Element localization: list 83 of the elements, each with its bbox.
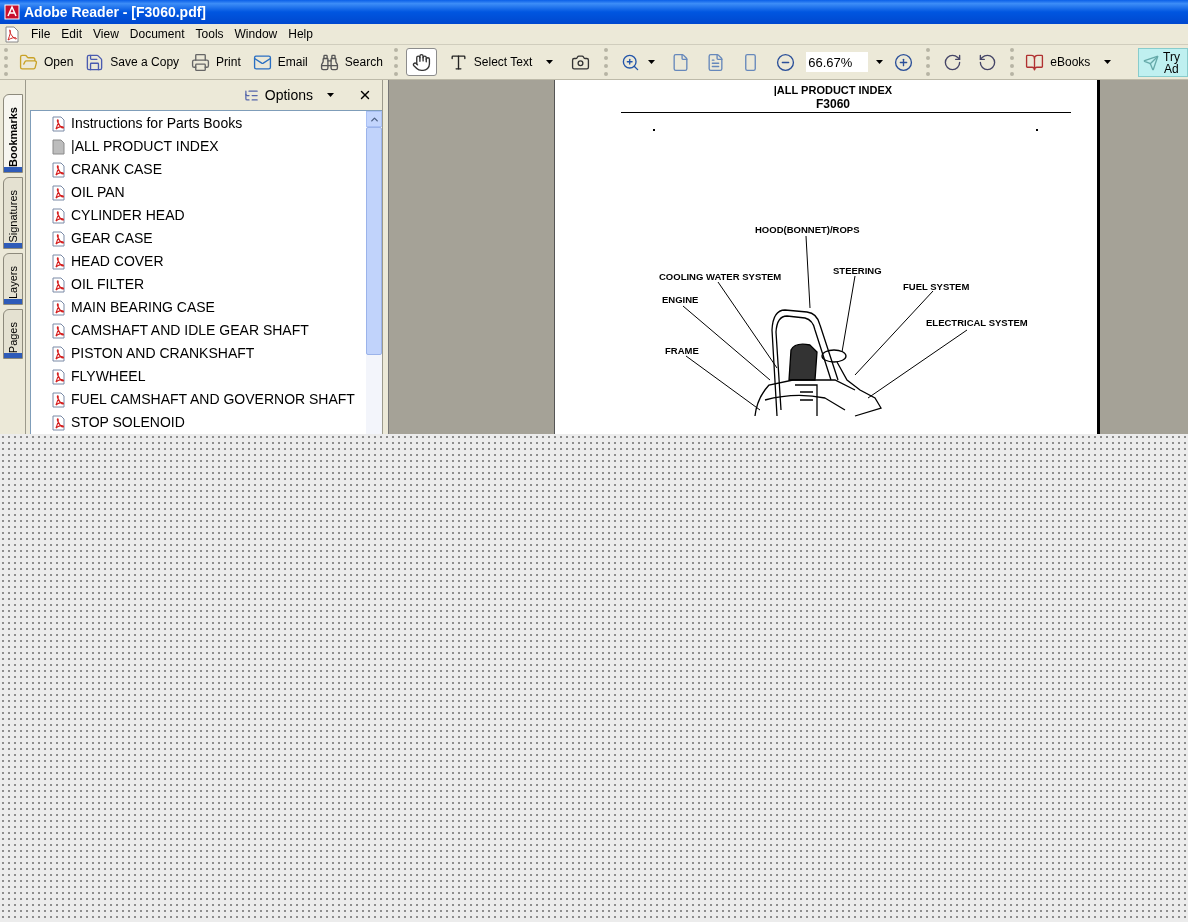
promo-button[interactable]: Try Ad <box>1138 48 1188 77</box>
pdf-page-icon <box>51 115 67 132</box>
folder-icon <box>19 52 38 72</box>
fit-page-icon <box>706 52 726 72</box>
page-icon <box>671 52 691 72</box>
bookmark-item[interactable]: CRANK CASE <box>31 158 366 181</box>
blank-page-icon <box>51 138 67 155</box>
callout-label: ELECTRICAL SYSTEM <box>926 316 1028 330</box>
select-text-tool[interactable]: Select Text <box>442 48 560 76</box>
page-subtitle: F3060 <box>816 97 850 111</box>
toolbar-button[interactable]: Open <box>16 49 77 75</box>
zoom-in-plus-icon <box>894 52 914 72</box>
pdf-page-icon <box>51 253 67 270</box>
zoom-field[interactable]: 66.67% <box>806 52 869 72</box>
bookmark-item[interactable]: HEAD COVER <box>31 250 366 273</box>
menu-item[interactable]: Window <box>234 25 278 43</box>
menu-item[interactable]: Tools <box>195 25 224 43</box>
pdf-page-icon <box>51 230 67 247</box>
pdf-page-icon <box>51 299 67 316</box>
callout-label: ENGINE <box>662 293 699 307</box>
side-tab[interactable]: Bookmarks <box>3 94 23 173</box>
side-tab[interactable]: Layers <box>3 252 23 305</box>
menu-item[interactable]: File <box>31 25 51 43</box>
bookmark-item[interactable]: OIL FILTER <box>31 273 366 296</box>
bookmark-item[interactable]: |ALL PRODUCT INDEX <box>31 135 366 158</box>
menu-item[interactable]: Edit <box>61 25 83 43</box>
pdf-page-icon <box>51 391 67 408</box>
paper-plane-icon <box>1143 54 1159 71</box>
toolbar-button[interactable]: Search <box>316 49 386 75</box>
page-title: |ALL PRODUCT INDEX <box>773 83 893 97</box>
toolbar-button[interactable]: Email <box>249 49 311 75</box>
bookmark-item[interactable]: STOP SOLENOID <box>31 411 366 434</box>
toolbar-tool[interactable] <box>405 48 437 76</box>
options-button[interactable]: Options <box>243 84 334 106</box>
rotate-counterclockwise-icon <box>978 52 998 72</box>
toolbar-button[interactable]: Print <box>188 49 244 75</box>
dot-mark <box>653 129 655 131</box>
pdf-page-icon <box>51 184 67 201</box>
bookmark-item[interactable]: OIL PAN <box>31 181 366 204</box>
caret-icon <box>327 93 334 97</box>
callout-label: STEERING <box>833 264 882 278</box>
dot-mark <box>1036 129 1038 131</box>
scrollbar[interactable] <box>366 111 382 434</box>
pdf-page-icon <box>51 414 67 431</box>
hand-icon <box>411 52 431 72</box>
pdf-page-icon <box>51 368 67 385</box>
bookmark-item[interactable]: FUEL CAMSHAFT AND GOVERNOR SHAFT <box>31 388 366 411</box>
book-icon <box>1025 52 1045 72</box>
app-logo-icon <box>4 4 20 20</box>
window-title: Adobe Reader - [F3060.pdf] <box>24 2 207 22</box>
zoom-in-icon <box>621 52 641 72</box>
text-cursor-icon <box>448 52 468 72</box>
bookmark-item[interactable]: MAIN BEARING CASE <box>31 296 366 319</box>
binoculars-icon <box>319 52 339 72</box>
side-tab[interactable]: Signatures <box>3 176 23 249</box>
pdf-document-icon <box>4 25 20 43</box>
toolbar-button[interactable]: Save a Copy <box>82 49 183 75</box>
bookmark-item[interactable]: PISTON AND CRANKSHAFT <box>31 342 366 365</box>
camera-icon <box>571 52 591 72</box>
side-tab[interactable]: Pages <box>3 308 23 359</box>
bookmark-item[interactable]: Instructions for Parts Books <box>31 112 366 135</box>
pdf-page-icon <box>51 322 67 339</box>
close-icon[interactable] <box>358 88 372 102</box>
toolbar-button[interactable]: eBooks <box>1022 49 1115 75</box>
menu-item[interactable]: Document <box>129 25 185 43</box>
pdf-page-icon <box>51 276 67 293</box>
bookmark-item[interactable]: CAMSHAFT AND IDLE GEAR SHAFT <box>31 319 366 342</box>
pdf-page-icon <box>51 161 67 178</box>
pdf-page-icon <box>51 345 67 362</box>
printer-icon <box>191 52 211 72</box>
callout-label: COOLING WATER SYSTEM <box>659 270 782 284</box>
bookmark-item[interactable]: GEAR CASE <box>31 227 366 250</box>
rotate-clockwise-icon <box>943 52 963 72</box>
callout-label: FRAME <box>665 344 699 358</box>
callout-label: FUEL SYSTEM <box>903 280 970 294</box>
bookmark-item[interactable]: FLYWHEEL <box>31 365 366 388</box>
callout-label: HOOD(BONNET)/ROPS <box>755 223 860 237</box>
menu-item[interactable]: Help <box>288 25 313 43</box>
menu-item[interactable]: View <box>93 25 119 43</box>
pdf-page-icon <box>51 207 67 224</box>
zoom-out-icon <box>776 52 796 72</box>
options-icon <box>243 87 259 103</box>
bookmark-item[interactable]: CYLINDER HEAD <box>31 204 366 227</box>
